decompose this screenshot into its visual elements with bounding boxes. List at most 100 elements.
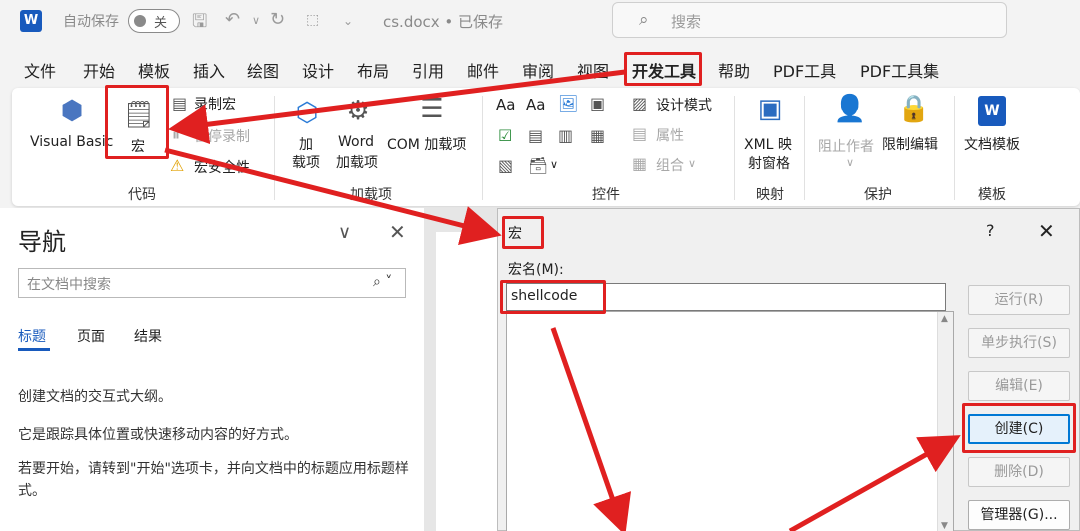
- nav-tab-headings[interactable]: 标题: [18, 326, 46, 346]
- tab-review[interactable]: 审阅: [522, 58, 554, 82]
- visual-basic-icon: ⬢: [60, 96, 84, 126]
- organizer-button[interactable]: 管理器(G)...: [968, 500, 1070, 530]
- tab-design[interactable]: 设计: [302, 58, 334, 82]
- tab-insert[interactable]: 插入: [193, 58, 225, 82]
- record-macro-button[interactable]: 录制宏: [194, 94, 236, 114]
- pause-recording-button[interactable]: 暂停录制: [194, 126, 250, 146]
- close-icon[interactable]: ✕: [389, 220, 406, 244]
- word-add-ins-line1[interactable]: Word: [338, 134, 374, 150]
- repeating-section-icon[interactable]: ▧: [498, 156, 513, 175]
- tab-draw[interactable]: 绘图: [247, 58, 279, 82]
- com-add-ins-icon: ☰: [420, 94, 444, 124]
- macro-security-button[interactable]: 宏安全性: [194, 157, 250, 177]
- nav-search-placeholder: 在文档中搜索: [27, 277, 111, 293]
- nav-tab-pages[interactable]: 页面: [77, 326, 105, 346]
- autosave-state: 关: [154, 16, 168, 31]
- block-authors-button[interactable]: 阻止作者: [818, 136, 874, 156]
- plain-text-control-icon[interactable]: Aa: [526, 96, 545, 114]
- tab-file[interactable]: 文件: [24, 58, 56, 82]
- warning-icon: ⚠: [170, 156, 185, 175]
- close-icon[interactable]: ✕: [1038, 219, 1055, 243]
- document-template-icon: W: [978, 96, 1006, 126]
- date-picker-icon[interactable]: ▦: [590, 126, 605, 145]
- design-mode-button[interactable]: 设计模式: [656, 95, 712, 115]
- save-icon[interactable]: 🖫: [192, 9, 207, 39]
- undo-dropdown-icon[interactable]: ∨: [252, 14, 260, 27]
- tab-mailings[interactable]: 邮件: [467, 58, 499, 82]
- com-add-ins-button[interactable]: COM 加载项: [387, 134, 466, 154]
- xml-mapping-line1[interactable]: XML 映: [744, 134, 792, 154]
- tab-references[interactable]: 引用: [412, 58, 444, 82]
- scroll-down-icon[interactable]: ▼: [941, 521, 948, 531]
- delete-button[interactable]: 删除(D): [968, 457, 1070, 487]
- group-separator: [274, 96, 275, 200]
- tab-help[interactable]: 帮助: [718, 58, 750, 82]
- properties-icon: ▤: [632, 124, 648, 143]
- group-separator: [734, 96, 735, 200]
- tab-templates[interactable]: 模板: [138, 58, 170, 82]
- picture-control-icon[interactable]: 🖼: [558, 94, 578, 113]
- touch-mode-icon[interactable]: ⬚: [306, 12, 319, 28]
- highlight-macro-name: [500, 280, 606, 314]
- nav-tab-results[interactable]: 结果: [134, 326, 162, 346]
- search-icon: ⌕: [639, 10, 649, 30]
- xml-mapping-icon: ▣: [757, 94, 783, 124]
- list-scrollbar[interactable]: ▲ ▼: [937, 312, 953, 531]
- restrict-editing-button[interactable]: 限制编辑: [882, 134, 938, 154]
- group-icon: ▦: [632, 154, 648, 173]
- dropdown-list-icon[interactable]: ▥: [558, 126, 573, 145]
- nav-search-input[interactable]: 在文档中搜索 ⌕ ˅: [18, 268, 406, 298]
- word-add-ins-line2[interactable]: 加载项: [336, 152, 378, 172]
- edit-button[interactable]: 编辑(E): [968, 371, 1070, 401]
- tab-layout[interactable]: 布局: [357, 58, 389, 82]
- document-title: cs.docx • 已保存: [383, 13, 504, 31]
- highlight-create-button: [962, 403, 1076, 453]
- search-box[interactable]: ⌕ 搜索: [612, 2, 1007, 38]
- legacy-tools-dropdown-icon[interactable]: ∨: [550, 158, 558, 171]
- customize-toolbar-icon[interactable]: ⌄: [343, 14, 353, 28]
- active-tab-indicator: [18, 348, 50, 351]
- visual-basic-label[interactable]: Visual Basic: [30, 134, 113, 150]
- building-block-icon[interactable]: ▣: [590, 94, 605, 113]
- macro-name-label: 宏名(M):: [508, 262, 564, 278]
- text-control-icon[interactable]: Aa: [496, 96, 515, 114]
- nav-help-text-1: 创建文档的交互式大纲。: [18, 389, 172, 405]
- group-separator: [954, 96, 955, 200]
- add-ins-line1[interactable]: 加: [299, 134, 313, 154]
- combo-box-icon[interactable]: ▤: [528, 126, 543, 145]
- help-button[interactable]: ?: [986, 221, 995, 240]
- visual-basic-button[interactable]: ⬢: [44, 94, 100, 134]
- autosave-toggle[interactable]: 关: [128, 9, 180, 33]
- tab-home[interactable]: 开始: [83, 58, 115, 82]
- tab-pdf-toolset[interactable]: PDF工具集: [860, 58, 939, 82]
- restrict-editing-icon: 🔒: [897, 94, 931, 124]
- checkbox-control-icon[interactable]: ☑: [498, 126, 512, 145]
- group-button[interactable]: 组合: [656, 155, 684, 175]
- tab-pdf-tools[interactable]: PDF工具: [773, 58, 836, 82]
- add-ins-line2[interactable]: 载项: [292, 152, 320, 172]
- group-label-templates: 模板: [978, 187, 1006, 203]
- document-template-button[interactable]: 文档模板: [964, 134, 1020, 154]
- pause-recording-icon: ⏸: [172, 125, 181, 144]
- tab-view[interactable]: 视图: [577, 58, 609, 82]
- search-placeholder: 搜索: [671, 13, 702, 31]
- legacy-tools-icon[interactable]: 🗃: [528, 156, 548, 175]
- macro-list[interactable]: ▲ ▼: [506, 311, 954, 531]
- group-label-controls: 控件: [592, 187, 620, 203]
- step-into-button[interactable]: 单步执行(S): [968, 328, 1070, 358]
- block-authors-dropdown-icon[interactable]: ∨: [846, 156, 854, 169]
- group-label-mapping: 映射: [756, 187, 784, 203]
- title-bar: W 自动保存 关 🖫 ↶ ∨ ↻ ⬚ ⌄ cs.docx • 已保存 ⌕ 搜索: [0, 0, 1080, 44]
- search-icon[interactable]: ⌕ ˅: [373, 274, 392, 290]
- xml-mapping-line2[interactable]: 射窗格: [748, 153, 790, 173]
- properties-button[interactable]: 属性: [656, 125, 684, 145]
- highlight-macro-button: [105, 85, 169, 159]
- toggle-knob: [134, 15, 146, 27]
- redo-icon[interactable]: ↻: [270, 9, 285, 30]
- group-dropdown-icon[interactable]: ∨: [688, 157, 696, 170]
- run-button[interactable]: 运行(R): [968, 285, 1070, 315]
- chevron-down-icon[interactable]: ∨: [338, 222, 351, 243]
- undo-icon[interactable]: ↶: [225, 9, 240, 30]
- scroll-up-icon[interactable]: ▲: [941, 314, 948, 324]
- word-add-ins-icon: ⚙: [346, 96, 370, 126]
